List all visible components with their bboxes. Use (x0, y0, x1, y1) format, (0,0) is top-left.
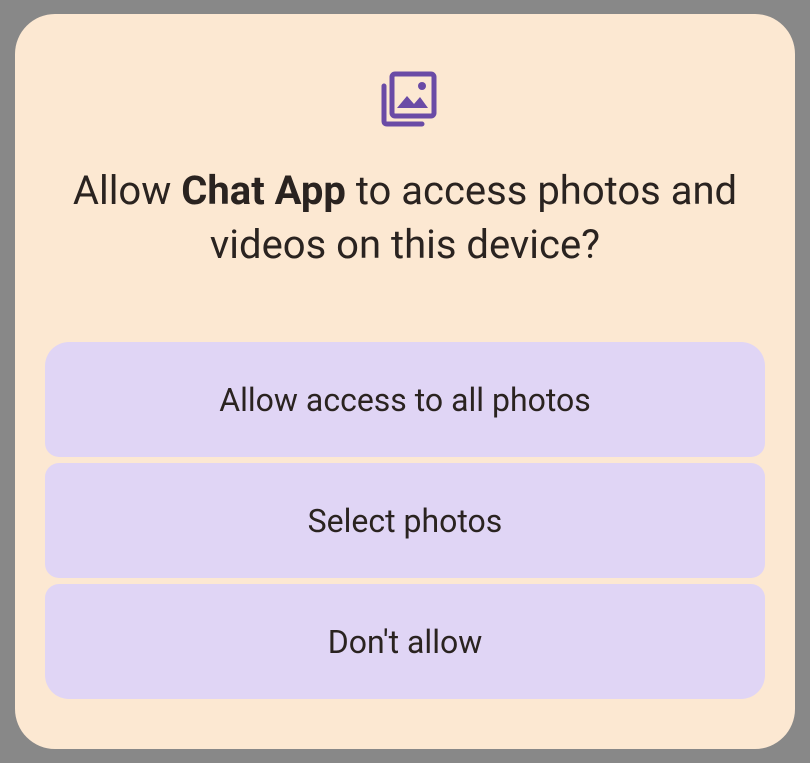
select-photos-button[interactable]: Select photos (45, 463, 765, 578)
option-button-group: Allow access to all photos Select photos… (45, 342, 765, 699)
allow-all-button[interactable]: Allow access to all photos (45, 342, 765, 457)
button-label: Allow access to all photos (219, 381, 591, 419)
dont-allow-button[interactable]: Don't allow (45, 584, 765, 699)
permission-dialog: Allow Chat App to access photos and vide… (15, 14, 795, 749)
title-prefix: Allow (73, 167, 181, 214)
photo-library-icon (370, 64, 440, 134)
dialog-title: Allow Chat App to access photos and vide… (45, 164, 765, 272)
button-label: Don't allow (328, 623, 483, 661)
button-label: Select photos (308, 502, 503, 540)
app-name: Chat App (181, 167, 346, 214)
